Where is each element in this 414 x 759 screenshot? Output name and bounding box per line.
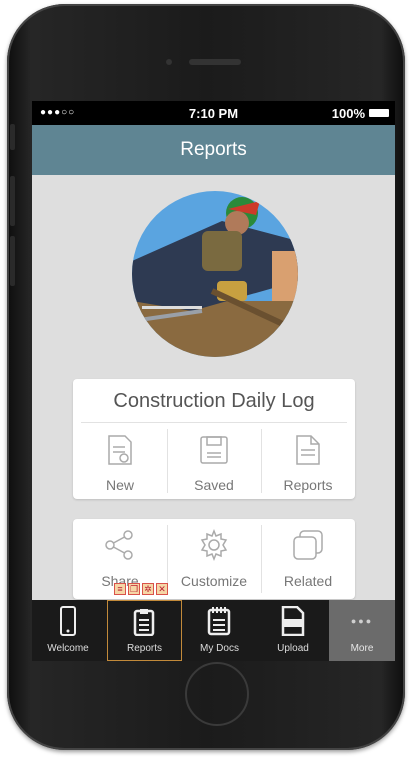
copy-icon[interactable]: ❐ [128,583,140,595]
settings-icon[interactable]: ✲ [142,583,154,595]
divider [81,422,347,423]
home-button[interactable] [185,662,249,726]
related-button[interactable]: Related [261,519,355,599]
close-icon[interactable]: ✕ [156,583,168,595]
document-icon [296,435,320,465]
clipboard-icon [133,609,155,636]
tab-label: Upload [277,643,309,654]
new-label: New [105,477,134,493]
tab-label: More [350,643,374,654]
construction-worker-photo [132,191,298,357]
new-log-button[interactable]: New [73,425,167,495]
front-camera [166,59,172,65]
mute-switch [10,124,15,150]
edit-toolbar: ≡ ❐ ✲ ✕ [114,583,168,597]
list-icon[interactable]: ≡ [114,583,126,595]
tab-label: Welcome [47,643,89,654]
tab-more[interactable]: ●●● More [329,600,395,661]
customize-button[interactable]: Customize [167,519,261,599]
customize-label: Customize [180,573,248,589]
page-title: Reports [180,139,247,160]
gear-icon [200,529,228,561]
related-icon [293,530,323,560]
tab-my-docs[interactable]: My Docs [182,600,257,661]
volume-down-button [10,236,15,286]
saved-logs-button[interactable]: Saved [167,425,261,495]
tab-label: Reports [126,643,162,654]
battery-percent: 100% [331,106,365,121]
tab-reports[interactable]: Reports [107,600,182,661]
phone-frame: ●●●○○ 7:10 PM 100% Reports Construction … [7,4,405,750]
tab-label: My Docs [200,643,239,654]
pdf-icon [281,606,305,636]
save-icon [200,436,228,464]
status-bar: ●●●○○ 7:10 PM 100% [32,101,395,125]
phone-icon [60,606,76,636]
nav-bar: Reports [32,125,395,175]
app-screen: ●●●○○ 7:10 PM 100% Reports Construction … [32,101,395,661]
more-dots-icon: ●●● [350,616,374,626]
battery-icon [369,109,389,117]
card-title: Construction Daily Log [113,390,315,412]
tab-bar: Welcome Reports My Docs Upload ●●● More [32,600,395,661]
notepad-icon [207,607,231,636]
new-document-icon [108,435,132,465]
daily-log-card: Construction Daily Log New Saved Reports [73,379,355,499]
tab-welcome[interactable]: Welcome [32,600,104,661]
saved-label: Saved [194,477,234,493]
volume-up-button [10,176,15,226]
reports-button[interactable]: Reports [261,425,355,495]
earpiece-speaker [189,59,241,65]
share-icon [105,530,133,560]
related-label: Related [283,573,333,589]
tab-upload[interactable]: Upload [257,600,329,661]
reports-label: Reports [283,477,333,493]
